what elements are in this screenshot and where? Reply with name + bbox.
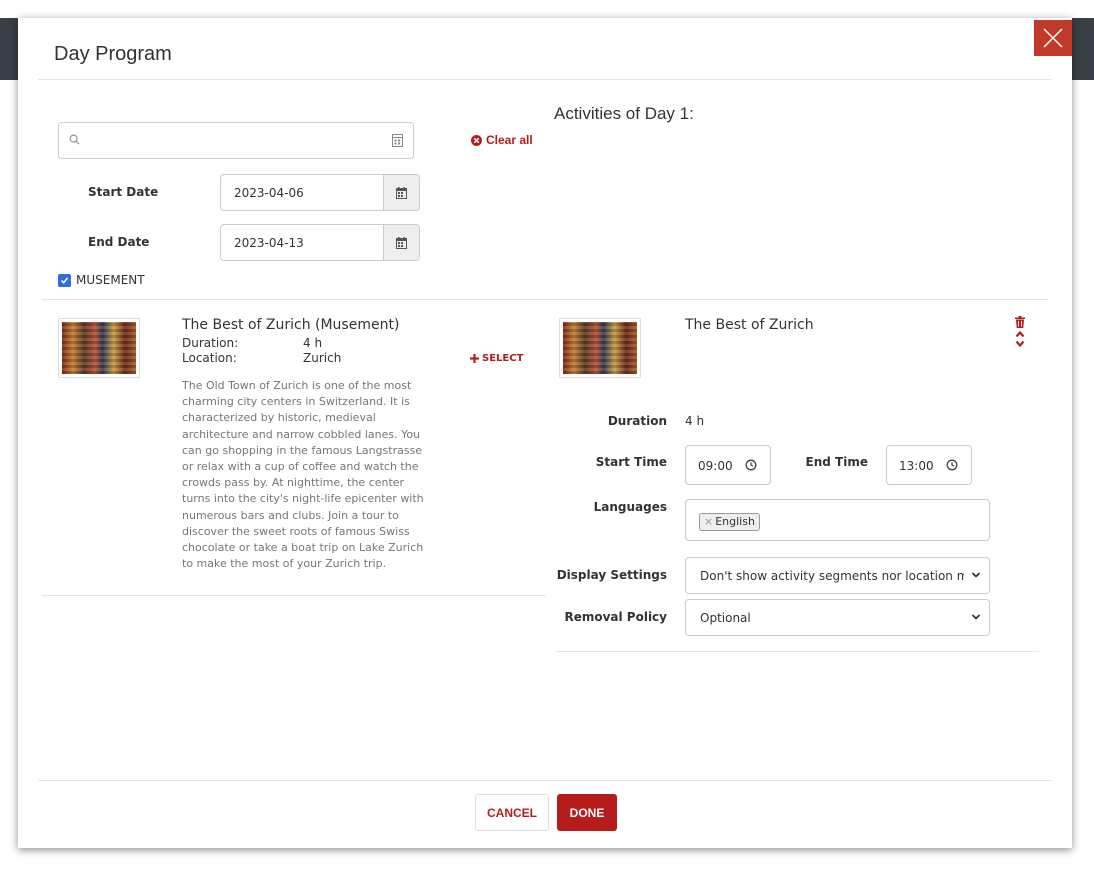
clear-all-button[interactable]: Clear all [471,133,533,147]
header-divider [38,79,1052,80]
activity-divider [555,651,1039,652]
select-label: SELECT [482,353,524,364]
done-button[interactable]: DONE [557,794,617,831]
removal-policy-value: Optional [700,611,751,625]
result-thumbnail [58,318,140,378]
musement-checkbox[interactable]: MUSEMENT [58,273,145,287]
search-icon [69,134,80,145]
select-activity-button[interactable]: SELECT [470,353,523,364]
display-settings-value: Don't show activity segments nor locatio… [700,569,964,583]
search-box [58,122,414,159]
start-time-field[interactable]: 09:00 [685,445,771,485]
language-tag-label: English [715,515,755,528]
times-circle-icon [471,134,482,146]
end-date-label: End Date [88,235,150,249]
close-modal-button[interactable] [1034,20,1072,56]
start-time-value: 09:00 [698,459,733,473]
background-page-right [1072,80,1094,872]
display-settings-select[interactable]: Don't show activity segments nor locatio… [685,557,990,594]
removal-policy-label: Removal Policy [564,610,667,624]
result-location-value: Zurich [303,351,342,365]
calendar-icon[interactable] [392,133,403,147]
start-date-value: 2023-04-06 [234,186,304,200]
chevron-down-icon [971,614,981,620]
activity-duration-label: Duration [607,414,667,428]
result-duration-label: Duration: [182,336,239,350]
chevron-down-icon [971,572,981,578]
remove-tag-icon[interactable]: × [704,515,713,528]
activity-name: The Best of Zurich [685,317,814,333]
start-date-calendar-button[interactable] [383,175,419,210]
chevron-down-icon[interactable] [1015,340,1025,348]
trash-icon[interactable] [1015,316,1025,328]
clear-all-label: Clear all [486,133,533,147]
activity-duration-value: 4 h [685,414,705,428]
close-icon [1043,28,1063,48]
footer-divider [38,780,1052,781]
start-time-label: Start Time [595,455,667,469]
result-description: The Old Town of Zurich is one of the mos… [182,379,424,571]
clock-icon [745,459,757,471]
result-location-label: Location: [182,351,237,365]
result-divider [42,595,546,596]
calendar-icon [396,186,407,199]
result-duration-value: 4 h [303,336,323,350]
start-date-label: Start Date [88,185,159,199]
chevron-up-icon[interactable] [1015,330,1025,338]
end-date-field[interactable]: 2023-04-13 [220,224,420,261]
language-tag: × English [699,513,760,531]
end-date-value: 2023-04-13 [234,236,304,250]
activity-actions [1013,316,1027,348]
end-date-calendar-button[interactable] [383,225,419,260]
removal-policy-select[interactable]: Optional [685,599,990,636]
display-settings-label: Display Settings [556,568,667,582]
clock-icon [946,459,958,471]
search-input[interactable] [89,131,389,151]
filters-divider [42,299,1048,300]
result-name: The Best of Zurich (Musement) [182,317,400,333]
plus-icon [470,354,479,363]
languages-label: Languages [593,500,667,514]
cancel-button[interactable]: CANCEL [475,794,549,831]
end-time-field[interactable]: 13:00 [886,445,972,485]
end-time-label: End Time [805,455,868,469]
languages-field[interactable]: × English [685,499,990,541]
activity-thumbnail [559,318,641,378]
calendar-icon [396,236,407,249]
musement-checkbox-label: MUSEMENT [76,273,145,287]
activities-heading: Activities of Day 1: [554,104,694,123]
start-date-field[interactable]: 2023-04-06 [220,174,420,211]
modal-title: Day Program [54,43,172,65]
checkbox-checked-icon[interactable] [58,273,71,287]
background-page-top [0,0,1094,18]
end-time-value: 13:00 [899,459,934,473]
